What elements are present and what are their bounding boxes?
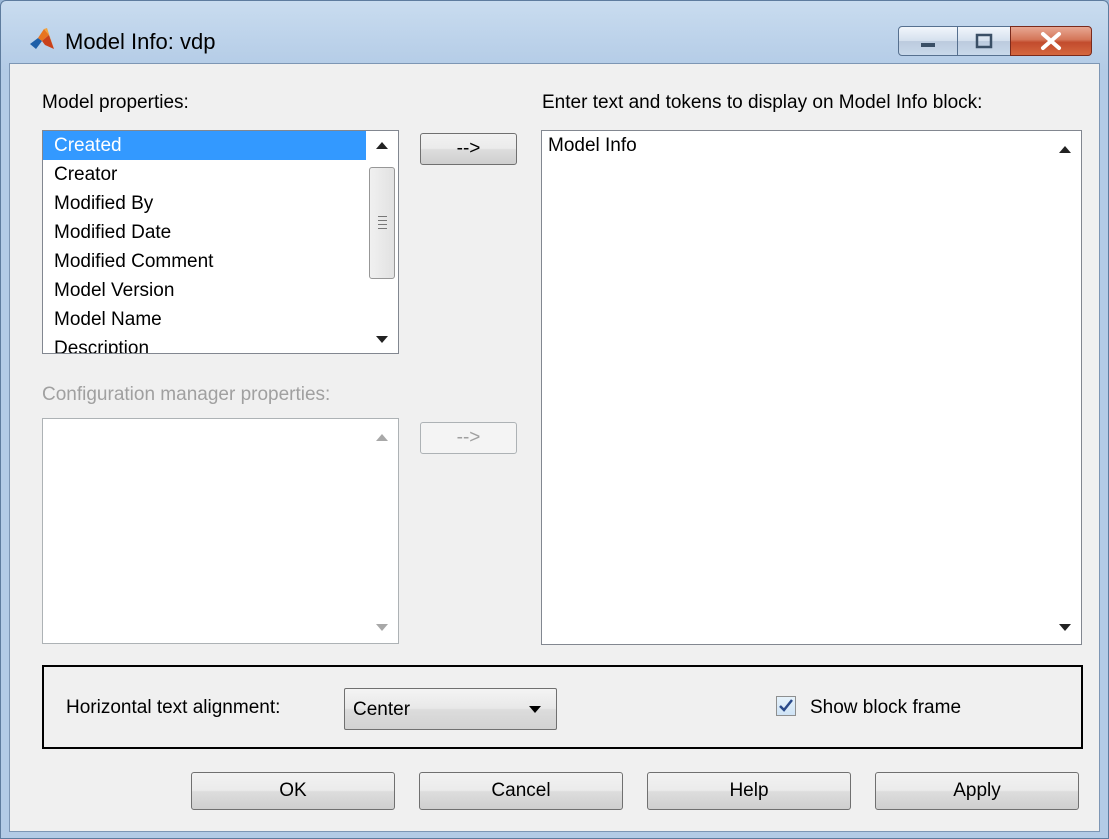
checkmark-icon — [779, 699, 793, 712]
config-manager-list[interactable] — [42, 418, 399, 644]
list-item[interactable]: Modified Comment — [43, 247, 378, 276]
list-item[interactable]: Modified Date — [43, 218, 378, 247]
scroll-down-arrow-icon — [1059, 623, 1071, 631]
model-properties-scrollbar[interactable] — [366, 131, 398, 353]
minimize-icon — [921, 43, 935, 47]
scroll-down-arrow-icon — [376, 623, 388, 631]
display-text-content: Model Info — [548, 135, 637, 156]
list-item[interactable]: Model Version — [43, 276, 378, 305]
list-item[interactable]: Creator — [43, 160, 378, 189]
scroll-up-button[interactable] — [1049, 135, 1081, 163]
model-properties-label: Model properties: — [42, 92, 189, 113]
add-model-property-button[interactable]: --> — [420, 133, 517, 165]
title-bar[interactable]: Model Info: vdp — [1, 1, 1108, 63]
chevron-down-icon — [529, 706, 541, 713]
window-title: Model Info: vdp — [65, 29, 216, 54]
display-text-area[interactable]: Model Info — [541, 130, 1082, 645]
close-button[interactable] — [1010, 26, 1092, 56]
thumb-grip-line — [378, 216, 387, 217]
list-item[interactable]: Description — [43, 334, 378, 353]
model-properties-list[interactable]: Created Creator Modified By Modified Date Mo… — [42, 130, 399, 354]
dialog-window: Model Info: vdp Model properties: Create… — [0, 0, 1109, 839]
matlab-membrane-icon — [30, 28, 54, 49]
maximize-button[interactable] — [957, 26, 1011, 56]
scroll-up-arrow-icon — [376, 433, 388, 441]
scroll-down-button[interactable] — [366, 613, 398, 641]
config-manager-label: Configuration manager properties: — [42, 384, 331, 405]
scroll-up-button[interactable] — [366, 423, 398, 451]
config-manager-scrollbar[interactable] — [366, 419, 398, 643]
scroll-up-arrow-icon — [1059, 145, 1071, 153]
alignment-dropdown[interactable]: Center — [344, 688, 557, 730]
apply-button[interactable]: Apply — [875, 772, 1079, 810]
scroll-thumb[interactable] — [369, 167, 395, 279]
thumb-grip-line — [378, 220, 387, 221]
close-icon — [1041, 32, 1061, 50]
display-text-scrollbar[interactable] — [1049, 131, 1081, 644]
scroll-down-button[interactable] — [1049, 613, 1081, 641]
add-config-property-button[interactable]: --> — [420, 422, 517, 454]
thumb-grip-line — [378, 224, 387, 225]
list-item[interactable]: Model Name — [43, 305, 378, 334]
list-item[interactable]: Modified By — [43, 189, 378, 218]
show-frame-checkbox[interactable] — [776, 696, 796, 716]
cancel-button[interactable]: Cancel — [419, 772, 623, 810]
options-panel: Horizontal text alignment: Center Show b… — [42, 665, 1083, 749]
maximize-icon — [975, 33, 993, 49]
alignment-value: Center — [353, 699, 411, 720]
scroll-up-arrow-icon — [376, 141, 388, 149]
list-item[interactable]: Created — [43, 131, 378, 160]
show-frame-label[interactable]: Show block frame — [810, 697, 961, 719]
display-text-label: Enter text and tokens to display on Mode… — [542, 92, 983, 113]
dialog-client-area: Model properties: Created Creator Modified… — [9, 63, 1100, 832]
model-properties-items: Created Creator Modified By Modified Date Mo… — [43, 131, 398, 353]
minimize-button[interactable] — [898, 26, 958, 56]
alignment-label: Horizontal text alignment: — [66, 697, 281, 718]
ok-button[interactable]: OK — [191, 772, 395, 810]
scroll-up-button[interactable] — [366, 131, 398, 159]
thumb-grip-line — [378, 228, 387, 229]
scroll-down-button[interactable] — [366, 325, 398, 353]
help-button[interactable]: Help — [647, 772, 851, 810]
scroll-down-arrow-icon — [376, 335, 388, 343]
